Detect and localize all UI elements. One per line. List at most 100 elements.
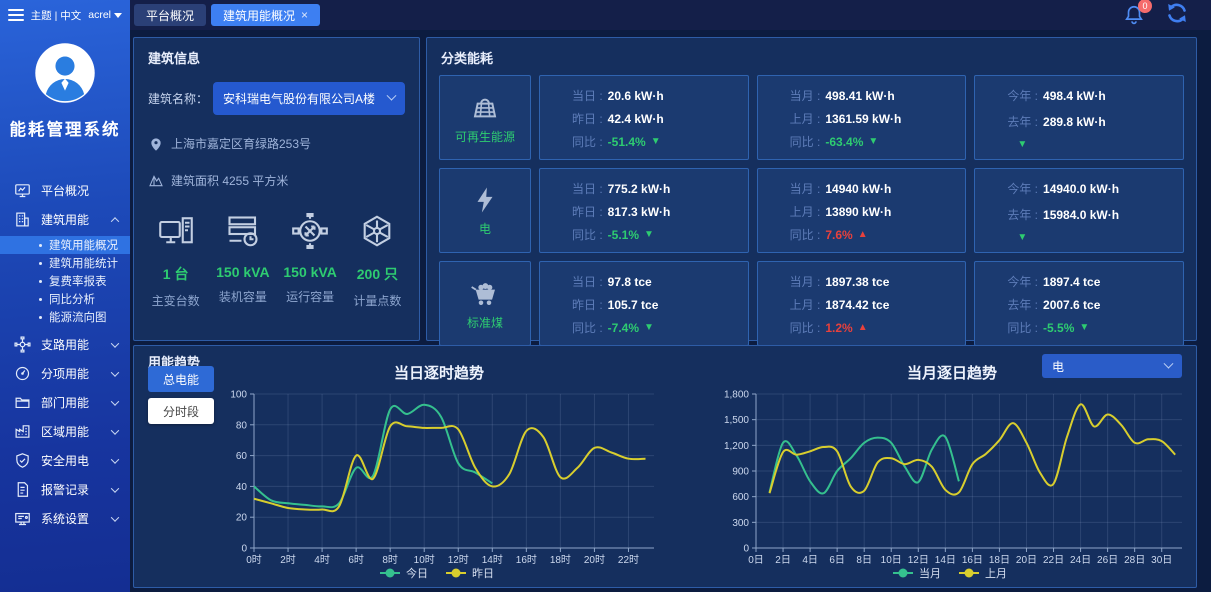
- sidebar-item-platform-overview[interactable]: 平台概况: [0, 176, 130, 205]
- gauge-icon: [13, 365, 31, 383]
- close-icon[interactable]: ×: [301, 9, 308, 21]
- theme-language-switch[interactable]: 主题 | 中文: [31, 8, 82, 23]
- sidebar-item-building-energy[interactable]: 建筑用能: [0, 205, 130, 234]
- svg-text:18日: 18日: [989, 555, 1010, 566]
- energy-classification-panel: 分类能耗 可再生能源 当日 :20.6 kW·h 昨日 :42.4 kW·h 同…: [426, 37, 1197, 341]
- legend-item[interactable]: 当月: [893, 566, 941, 580]
- sidebar-item-label: 分项用能: [41, 365, 89, 382]
- hourly-trend-chart: 0204060801000时2时4时6时8时10时12时14时16时18时20时…: [214, 384, 664, 584]
- refresh-button[interactable]: [1165, 1, 1189, 30]
- sidebar-item-electrical-safety[interactable]: 安全用电: [0, 446, 130, 475]
- sidebar-item-label: 报警记录: [41, 481, 89, 498]
- trend-arrow-icon: ▲: [858, 322, 868, 333]
- tab-label: 平台概况: [146, 7, 194, 24]
- energy-row-standard-coal: 标准煤 当日 :97.8 tce 昨日 :105.7 tce 同比 :-7.4%…: [439, 261, 1184, 346]
- metric-value: 817.3 kW·h: [608, 205, 671, 219]
- legend-item[interactable]: 昨日: [446, 567, 494, 580]
- trend-arrow-icon: ▼: [1017, 232, 1027, 243]
- total-energy-button[interactable]: 总电能: [148, 366, 214, 392]
- svg-text:10时: 10时: [414, 554, 435, 566]
- metric-label: 当日 :: [572, 273, 603, 290]
- sidebar-item-alarm-records[interactable]: 报警记录: [0, 475, 130, 504]
- svg-text:10日: 10日: [881, 555, 902, 566]
- stat-label: 主变台数: [142, 292, 209, 309]
- trend-arrow-icon: ▲: [858, 229, 868, 240]
- tab-platform-overview[interactable]: 平台概况: [134, 4, 206, 26]
- metric-label: 去年 :: [1007, 296, 1038, 313]
- tab-building-energy-overview[interactable]: 建筑用能概况 ×: [211, 4, 320, 26]
- sidebar-item-yoy-analysis[interactable]: 同比分析: [0, 290, 130, 308]
- svg-text:昨日: 昨日: [472, 567, 494, 580]
- chevron-down-icon: [111, 426, 119, 434]
- stat-value: 200 只: [344, 264, 411, 284]
- coal-cart-icon: [469, 277, 501, 309]
- sidebar-item-building-energy-stats[interactable]: 建筑用能统计: [0, 254, 130, 272]
- svg-text:16时: 16时: [516, 554, 537, 566]
- energy-data-card: 当月 :498.41 kW·h 上月 :1361.59 kW·h 同比 :-63…: [757, 75, 967, 160]
- sidebar-menu: 平台概况 建筑用能 建筑用能概况 建筑用能统计 复费率报表: [0, 176, 130, 533]
- daily-chart-title: 当月逐日趋势: [712, 362, 1192, 383]
- metric-value: 14940 kW·h: [825, 182, 891, 196]
- metric-value: 14940.0 kW·h: [1043, 182, 1119, 196]
- metric-label: 昨日 :: [572, 110, 603, 127]
- sidebar-item-department-energy[interactable]: 部门用能: [0, 388, 130, 417]
- svg-text:24日: 24日: [1070, 555, 1091, 566]
- metric-value: 289.8 kW·h: [1043, 115, 1106, 129]
- stat-value: 150 kVA: [277, 264, 344, 280]
- building-info-panel: 建筑信息 建筑名称： 安科瑞电气股份有限公司A楼 上海市嘉定区育绿路253号 建…: [133, 37, 420, 341]
- sidebar-item-branch-energy[interactable]: 支路用能: [0, 330, 130, 359]
- svg-text:16日: 16日: [962, 555, 983, 566]
- sidebar-item-system-settings[interactable]: 系统设置: [0, 504, 130, 533]
- stat-value: 1 台: [142, 264, 209, 284]
- svg-text:18时: 18时: [550, 554, 571, 566]
- metric-value: 13890 kW·h: [825, 205, 891, 219]
- caret-down-icon: [114, 13, 122, 18]
- sidebar-item-tariff-report[interactable]: 复费率报表: [0, 272, 130, 290]
- energy-type-label: 可再生能源: [455, 128, 515, 145]
- metric-label: 上月 :: [790, 296, 821, 313]
- legend-item[interactable]: 上月: [959, 567, 1007, 580]
- area-icon: [148, 173, 164, 189]
- metric-value: 2007.6 tce: [1043, 298, 1100, 312]
- metric-value: 42.4 kW·h: [608, 112, 664, 126]
- bullet-icon: [39, 316, 42, 319]
- document-icon: [13, 481, 31, 499]
- metric-label: 当日 :: [572, 87, 603, 104]
- time-period-button[interactable]: 分时段: [148, 398, 214, 424]
- svg-text:600: 600: [732, 492, 749, 503]
- bullet-icon: [39, 262, 42, 265]
- hourly-chart-title: 当日逐时趋势: [214, 362, 664, 383]
- svg-text:26日: 26日: [1097, 555, 1118, 566]
- svg-text:900: 900: [732, 467, 749, 478]
- sidebar-item-building-energy-overview[interactable]: 建筑用能概况: [0, 236, 130, 254]
- folder-icon: [13, 394, 31, 412]
- user-menu[interactable]: acrel: [88, 9, 122, 21]
- svg-text:6时: 6时: [348, 554, 364, 566]
- building-name-select[interactable]: 安科瑞电气股份有限公司A楼: [213, 82, 405, 115]
- renewable-energy-icon: [469, 91, 501, 123]
- stat-transformer-count: 1 台 主变台数: [142, 213, 209, 309]
- chevron-down-icon: [111, 368, 119, 376]
- app-title: 能耗管理系统: [0, 116, 130, 140]
- metric-value: 498.41 kW·h: [825, 89, 894, 103]
- notification-bell[interactable]: 0: [1123, 4, 1145, 26]
- metric-label: 同比 :: [572, 133, 603, 150]
- metric-label: 同比 :: [790, 226, 821, 243]
- svg-text:40: 40: [236, 482, 248, 493]
- menu-icon[interactable]: [8, 9, 24, 21]
- sidebar-item-label: 同比分析: [49, 291, 95, 307]
- settings-console-icon: [13, 510, 31, 528]
- tab-label: 建筑用能概况: [223, 7, 295, 24]
- trend-arrow-icon: ▼: [644, 229, 654, 240]
- svg-text:8时: 8时: [382, 554, 398, 566]
- svg-text:100: 100: [230, 390, 247, 401]
- yoy-value: -5.1%: [608, 228, 639, 242]
- svg-text:14日: 14日: [935, 555, 956, 566]
- sidebar-item-energy-flow[interactable]: 能源流向图: [0, 308, 130, 326]
- svg-text:4日: 4日: [802, 555, 818, 566]
- sidebar-item-subentry-energy[interactable]: 分项用能: [0, 359, 130, 388]
- metric-value: 15984.0 kW·h: [1043, 208, 1119, 222]
- legend-item[interactable]: 今日: [380, 566, 428, 580]
- stat-value: 150 kVA: [209, 264, 276, 280]
- sidebar-item-region-energy[interactable]: 区域用能: [0, 417, 130, 446]
